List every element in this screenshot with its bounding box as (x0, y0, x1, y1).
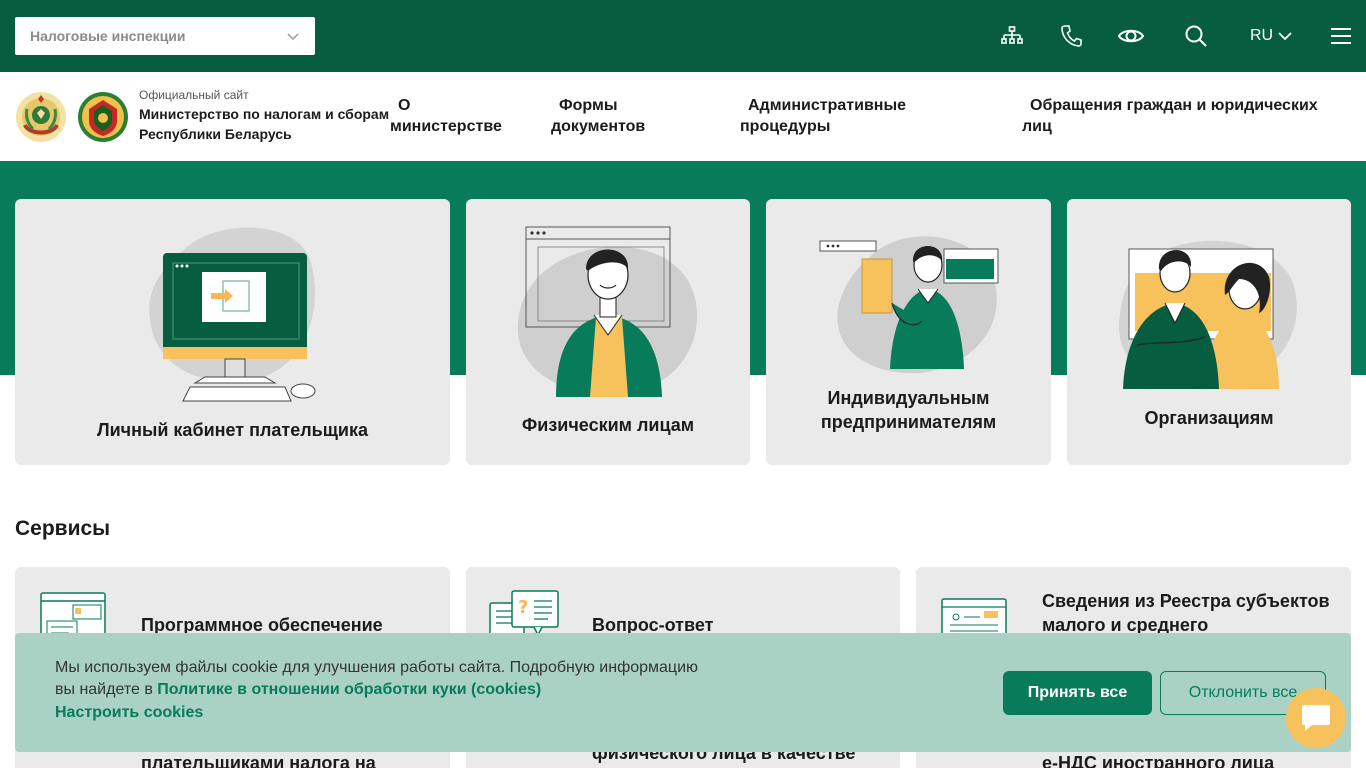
chevron-down-icon (1278, 32, 1292, 41)
service-title: Сведения из Реестра субъектов малого и с… (1042, 589, 1330, 637)
tax-inspections-select-value: Налоговые инспекции (30, 28, 186, 44)
menu-icon[interactable] (1327, 22, 1355, 50)
chat-button[interactable] (1286, 688, 1346, 748)
card-organizations[interactable]: Организациям (1067, 199, 1351, 465)
card-entrepreneurs[interactable]: Индивидуальным предпринимателям (766, 199, 1051, 465)
nav-forms-line1: Формы (559, 97, 618, 114)
business-team-illustration (1118, 240, 1297, 390)
nav-about-ministry[interactable]: О министерстве (390, 95, 502, 137)
site-header: Официальный сайт Министерство по налогам… (0, 72, 1366, 161)
nav-administrative-procedures[interactable]: Административные процедуры (740, 95, 906, 137)
cookie-banner: Мы используем файлы cookie для улучшения… (15, 633, 1351, 752)
ministry-name-line2: Республики Беларусь (139, 126, 292, 142)
card-title: Физическим лицам (521, 415, 695, 435)
cookie-text-prefix: вы найдете в (55, 681, 158, 698)
services-heading: Сервисы (15, 517, 111, 540)
cookie-text-line1: Мы используем файлы cookie для улучшения… (55, 659, 699, 676)
computer-login-illustration (149, 227, 316, 402)
nav-forms-line2: документов (551, 118, 646, 135)
site-brand[interactable]: Официальный сайт Министерство по налогам… (139, 88, 399, 144)
nav-appeals-line1: Обращения граждан и юридических (1030, 97, 1318, 114)
entrepreneur-illustration (819, 236, 999, 374)
language-switcher[interactable]: RU (1250, 22, 1293, 50)
service-title-partial: плательщиками налога на (141, 753, 376, 768)
phone-icon[interactable] (1057, 22, 1085, 50)
chat-bubble-icon (1302, 705, 1330, 731)
nav-about-line2: министерстве (390, 118, 502, 135)
accept-all-button[interactable]: Принять все (1003, 671, 1152, 715)
language-label: RU (1250, 27, 1274, 44)
card-title-line1: Индивидуальным (827, 388, 990, 408)
service-title-partial: е-НДС иностранного лица (1042, 753, 1275, 768)
nav-citizen-appeals[interactable]: Обращения граждан и юридических лиц (1022, 95, 1318, 137)
cookie-text: Мы используем файлы cookie для улучшения… (55, 657, 735, 701)
service-title-line1: Сведения из Реестра субъектов (1042, 591, 1330, 611)
card-title: Индивидуальным предпринимателям (766, 386, 1051, 434)
card-title: Личный кабинет плательщика (96, 420, 369, 440)
search-icon[interactable] (1182, 22, 1210, 50)
cookie-text-line2: вы найдете в Политике в отношении обрабо… (55, 679, 735, 701)
person-illustration (517, 226, 698, 397)
nav-document-forms[interactable]: Формы документов (551, 95, 645, 137)
tax-inspections-select[interactable]: Налоговые инспекции (15, 17, 315, 55)
card-taxpayer-account[interactable]: Личный кабинет плательщика (15, 199, 450, 465)
ministry-emblem-logo[interactable] (77, 91, 129, 143)
nav-procedures-line1: Административные (748, 97, 907, 114)
sitemap-icon[interactable] (998, 22, 1026, 50)
official-site-label: Официальный сайт (139, 88, 249, 102)
state-emblem-logo[interactable] (15, 91, 67, 143)
ministry-name: Министерство по налогам и сборам Республ… (139, 104, 399, 144)
card-individuals[interactable]: Физическим лицам (466, 199, 750, 465)
top-bar: Налоговые инспекции RU (0, 0, 1366, 72)
nav-appeals-line2: лиц (1022, 118, 1052, 135)
nav-about-line1: О (398, 97, 411, 114)
cookie-policy-link[interactable]: Политике в отношении обработки куки (coo… (157, 681, 541, 698)
card-title-line2: предпринимателям (820, 412, 997, 432)
nav-procedures-line2: процедуры (740, 118, 831, 135)
card-title: Организациям (1144, 408, 1274, 428)
chevron-down-icon (287, 33, 299, 41)
eye-icon[interactable] (1117, 22, 1145, 50)
svg-text:?: ? (518, 597, 528, 618)
ministry-name-line1: Министерство по налогам и сборам (139, 106, 390, 122)
configure-cookies-link[interactable]: Настроить cookies (55, 704, 203, 722)
